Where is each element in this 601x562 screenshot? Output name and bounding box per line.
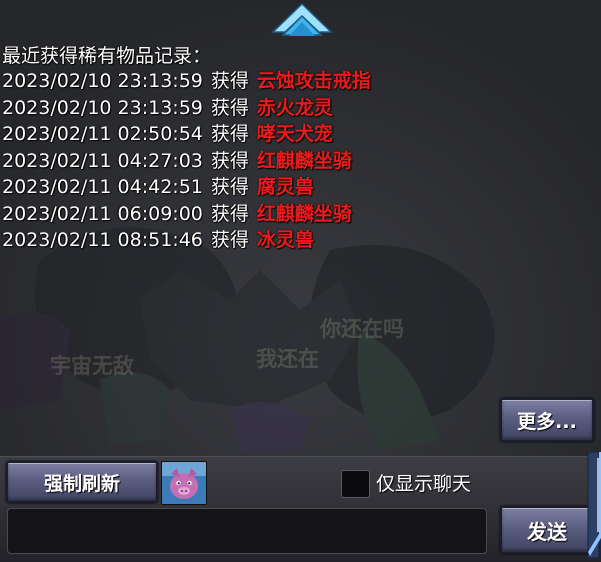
- log-entry-verb: 获得: [210, 96, 249, 119]
- log-entry-verb: 获得: [210, 176, 249, 198]
- log-entry-time: 2023/02/11 04:27:03: [2, 149, 203, 172]
- rare-item-log-title: 最近获得稀有物品记录：: [2, 45, 212, 67]
- log-entry-verb: 获得: [210, 202, 249, 225]
- log-entry-verb: 获得: [210, 123, 249, 145]
- log-entry-verb: 获得: [210, 229, 249, 251]
- collapse-arrow-icon[interactable]: [271, 2, 333, 44]
- log-entry-item[interactable]: 腐灵兽: [257, 176, 314, 198]
- pig-avatar-icon[interactable]: [161, 461, 207, 505]
- log-entry-time: 2023/02/10 23:13:59: [2, 70, 203, 92]
- log-entry-item[interactable]: 赤火龙灵: [257, 97, 333, 119]
- log-entry-item[interactable]: 云蚀攻击戒指: [257, 70, 371, 92]
- log-entry-time: 2023/02/10 23:13:59: [2, 96, 203, 119]
- scene-chat-bubble: 你还在吗: [320, 317, 404, 341]
- log-entry-item[interactable]: 红麒麟坐骑: [257, 150, 352, 172]
- log-entry: 2023/02/11 04:42:51 获得 腐灵兽: [2, 174, 371, 201]
- more-button[interactable]: 更多...: [500, 398, 594, 442]
- force-refresh-button[interactable]: 强制刷新: [6, 461, 158, 503]
- log-entry: 2023/02/10 23:13:59 获得 赤火龙灵: [2, 95, 371, 122]
- log-entry-verb: 获得: [210, 149, 249, 172]
- log-entry-item[interactable]: 哮天犬宠: [257, 123, 333, 145]
- log-entry: 2023/02/11 08:51:46 获得 冰灵兽: [2, 227, 371, 254]
- log-entry: 2023/02/11 04:27:03 获得 红麒麟坐骑: [2, 148, 371, 175]
- log-entry-time: 2023/02/11 04:42:51: [2, 176, 203, 198]
- chat-only-label: 仅显示聊天: [376, 473, 472, 495]
- send-button[interactable]: 发送: [500, 506, 594, 554]
- chat-only-checkbox[interactable]: [341, 470, 370, 498]
- log-entry: 2023/02/10 23:13:59 获得 云蚀攻击戒指: [2, 68, 371, 95]
- scene-chat-bubble: 宇宙无敌: [50, 354, 134, 378]
- scroll-handle-icon[interactable]: [586, 452, 601, 558]
- scene-chat-bubble: 我还在: [256, 347, 319, 371]
- log-entry-time: 2023/02/11 08:51:46: [2, 229, 203, 251]
- log-entry: 2023/02/11 06:09:00 获得 红麒麟坐骑: [2, 201, 371, 228]
- rare-item-log-list: 2023/02/10 23:13:59 获得 云蚀攻击戒指 2023/02/10 2…: [2, 68, 371, 254]
- log-entry-time: 2023/02/11 02:50:54: [2, 123, 203, 145]
- log-entry-verb: 获得: [210, 70, 249, 92]
- log-entry-item[interactable]: 红麒麟坐骑: [257, 203, 352, 225]
- log-entry-item[interactable]: 冰灵兽: [257, 229, 314, 251]
- chat-message-input[interactable]: [7, 508, 487, 554]
- log-entry-time: 2023/02/11 06:09:00: [2, 202, 203, 225]
- log-entry: 2023/02/11 02:50:54 获得 哮天犬宠: [2, 121, 371, 148]
